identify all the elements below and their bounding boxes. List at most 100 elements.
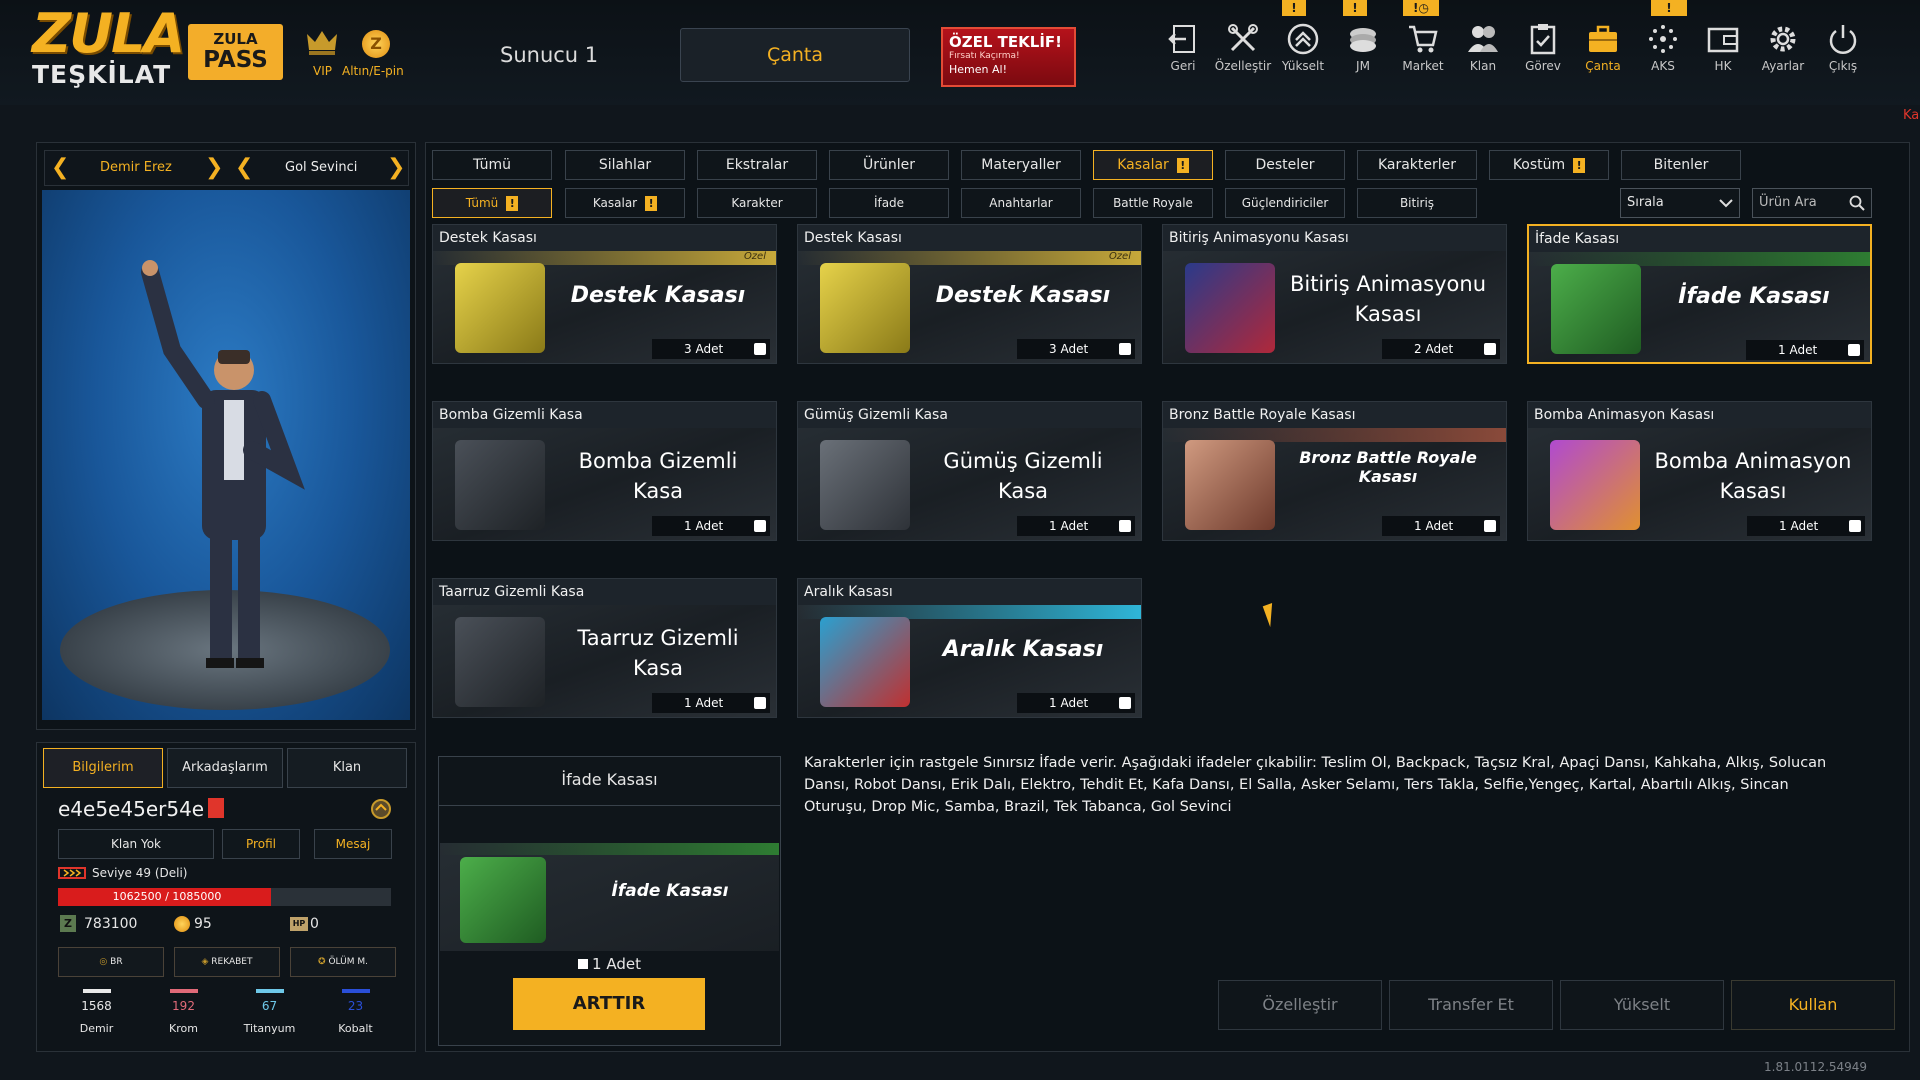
zula-pass-button[interactable]: ZULA PASS xyxy=(188,24,283,80)
back-icon xyxy=(1168,25,1195,53)
item-title: Bronz Battle Royale Kasası xyxy=(1163,402,1506,428)
nav-market[interactable]: Market xyxy=(1394,22,1452,73)
item-card[interactable]: Taarruz Gizemli Kasa Taarruz Gizemli Kasa… xyxy=(432,578,777,718)
item-card[interactable]: Bomba Gizemli Kasa Bomba Gizemli Kasa 1 Ad… xyxy=(432,401,777,541)
sort-select[interactable]: Sırala xyxy=(1620,188,1740,218)
item-art-name: Destek Kasası xyxy=(935,283,1111,308)
nav-aks[interactable]: AKS xyxy=(1634,22,1692,73)
vip-label[interactable]: VIP xyxy=(313,64,332,78)
customize-button[interactable]: Özelleştir xyxy=(1218,980,1382,1030)
clan-icon xyxy=(1468,26,1498,52)
box-icon xyxy=(1484,520,1496,532)
item-image: Bronz Battle Royale Kasası 1 Adet xyxy=(1163,428,1506,540)
nav-customize[interactable]: Özelleştir xyxy=(1214,22,1272,73)
support-crate-icon xyxy=(820,263,910,353)
subfilter-tab-label: Güçlendiriciler xyxy=(1241,196,1329,210)
item-art-name: Destek Kasası xyxy=(570,283,746,308)
item-image: Gümüş Gizemli Kasa 1 Adet xyxy=(798,428,1141,540)
profile-button[interactable]: Profil xyxy=(222,829,300,859)
filter-tab-7[interactable]: Karakterler xyxy=(1357,150,1477,180)
subfilter-tab-6[interactable]: Güçlendiriciler xyxy=(1225,188,1345,218)
tools-icon xyxy=(1228,24,1258,52)
mode-label: REKABET xyxy=(211,957,253,967)
subfilter-tab-7[interactable]: Bitiriş xyxy=(1357,188,1477,218)
subfilter-tab-0[interactable]: Tümü! xyxy=(432,188,552,218)
material-name: Kobalt xyxy=(338,1022,373,1035)
nav-bag[interactable]: Çanta xyxy=(1574,22,1632,73)
subfilter-tab-2[interactable]: Karakter xyxy=(697,188,817,218)
use-button[interactable]: Kullan xyxy=(1731,980,1895,1030)
special-offer-banner[interactable]: ÖZEL TEKLİF! Fırsatı Kaçırma! Hemen Al! xyxy=(941,27,1076,87)
nav-upgrade[interactable]: Yükselt xyxy=(1274,22,1332,73)
nav-exit[interactable]: Çıkış xyxy=(1814,22,1872,73)
item-card[interactable]: İfade Kasası İfade Kasası 1 Adet xyxy=(1527,224,1872,364)
subfilter-tab-label: Battle Royale xyxy=(1113,196,1193,210)
nav-clan[interactable]: Klan xyxy=(1454,22,1512,73)
item-card[interactable]: Destek Kasası Özel Destek Kasası 3 Adet xyxy=(797,224,1142,364)
alert-badge xyxy=(208,798,224,818)
item-count-label: 1 Adet xyxy=(684,696,724,710)
increase-button[interactable]: ARTTIR xyxy=(513,978,705,1030)
subfilter-tab-4[interactable]: Anahtarlar xyxy=(961,188,1081,218)
search-input[interactable]: Ürün Ara xyxy=(1752,188,1872,218)
prev-character-arrow[interactable]: ❮ xyxy=(51,155,69,180)
tab-my-info[interactable]: Bilgilerim xyxy=(43,748,163,788)
subfilter-tab-3[interactable]: İfade xyxy=(829,188,949,218)
bronze-crate-icon xyxy=(1185,440,1275,530)
item-card[interactable]: Aralık Kasası Aralık Kasası 1 Adet xyxy=(797,578,1142,718)
gold-epin-label[interactable]: Altın/E-pin xyxy=(342,64,404,78)
mode-competitive-button[interactable]: ◈ REKABET xyxy=(174,947,280,977)
bag-icon xyxy=(1589,25,1617,52)
prev-animation-arrow[interactable]: ❮ xyxy=(235,155,253,180)
nav-jm[interactable]: JM xyxy=(1334,22,1392,73)
mode-br-button[interactable]: ◎ BR xyxy=(58,947,164,977)
next-character-arrow[interactable]: ❯ xyxy=(205,155,223,180)
subfilter-tab-5[interactable]: Battle Royale xyxy=(1093,188,1213,218)
nav-hk[interactable]: HK xyxy=(1694,22,1752,73)
box-icon xyxy=(754,343,766,355)
upgrade-button[interactable]: Yükselt xyxy=(1560,980,1724,1030)
bag-button[interactable]: Çanta xyxy=(680,28,910,82)
support-crate-icon xyxy=(455,263,545,353)
item-card[interactable]: Gümüş Gizemli Kasa Gümüş Gizemli Kasa 1 Ad… xyxy=(797,401,1142,541)
next-animation-arrow[interactable]: ❯ xyxy=(387,155,405,180)
tab-clan[interactable]: Klan xyxy=(287,748,407,788)
message-button[interactable]: Mesaj xyxy=(314,829,392,859)
tab-friends[interactable]: Arkadaşlarım xyxy=(167,748,283,788)
filter-tab-label: Desteler xyxy=(1255,157,1315,173)
transfer-button[interactable]: Transfer Et xyxy=(1389,980,1553,1030)
vip-crown-icon[interactable] xyxy=(305,28,339,56)
gold-coin-icon[interactable]: Z xyxy=(362,30,390,58)
filter-tab-1[interactable]: Silahlar xyxy=(565,150,685,180)
character-preview[interactable] xyxy=(42,190,410,720)
box-icon xyxy=(1119,343,1131,355)
subfilter-tab-1[interactable]: Kasalar! xyxy=(565,188,685,218)
item-image: Aralık Kasası 1 Adet xyxy=(798,605,1141,717)
item-count: 1 Adet xyxy=(1746,340,1864,360)
filter-tab-4[interactable]: Materyaller xyxy=(961,150,1081,180)
filter-tab-5[interactable]: Kasalar! xyxy=(1093,150,1213,180)
item-art-name: Bitiriş Animasyonu Kasası xyxy=(1289,272,1487,326)
filter-tab-8[interactable]: Kostüm! xyxy=(1489,150,1609,180)
clan-status-button[interactable]: Klan Yok xyxy=(58,829,214,859)
filter-tab-6[interactable]: Desteler xyxy=(1225,150,1345,180)
filter-tab-0[interactable]: Tümü xyxy=(432,150,552,180)
mode-deathmatch-button[interactable]: ✪ ÖLÜM M. xyxy=(290,947,396,977)
item-image: Bomba Gizemli Kasa 1 Adet xyxy=(433,428,776,540)
character-figure xyxy=(141,260,305,668)
item-card[interactable]: Bitiriş Animasyonu Kasası Bitiriş Animasy… xyxy=(1162,224,1507,364)
nav-tasks[interactable]: Görev xyxy=(1514,22,1572,73)
nav-back[interactable]: Geri xyxy=(1154,22,1212,73)
filter-tab-3[interactable]: Ürünler xyxy=(829,150,949,180)
item-card[interactable]: Bomba Animasyon Kasası Bomba Animasyon Ka… xyxy=(1527,401,1872,541)
nav-settings[interactable]: Ayarlar xyxy=(1754,22,1812,73)
nav-label: Görev xyxy=(1525,59,1561,73)
filter-tab-2[interactable]: Ekstralar xyxy=(697,150,817,180)
item-card[interactable]: Bronz Battle Royale Kasası Bronz Battle R… xyxy=(1162,401,1507,541)
item-card[interactable]: Destek Kasası Özel Destek Kasası 3 Adet xyxy=(432,224,777,364)
item-count-label: 3 Adet xyxy=(684,342,724,356)
filter-tab-9[interactable]: Bitenler xyxy=(1621,150,1741,180)
detail-item-image: İfade Kasası xyxy=(440,843,779,951)
power-icon xyxy=(1829,25,1857,54)
item-count-label: 2 Adet xyxy=(1414,342,1454,356)
